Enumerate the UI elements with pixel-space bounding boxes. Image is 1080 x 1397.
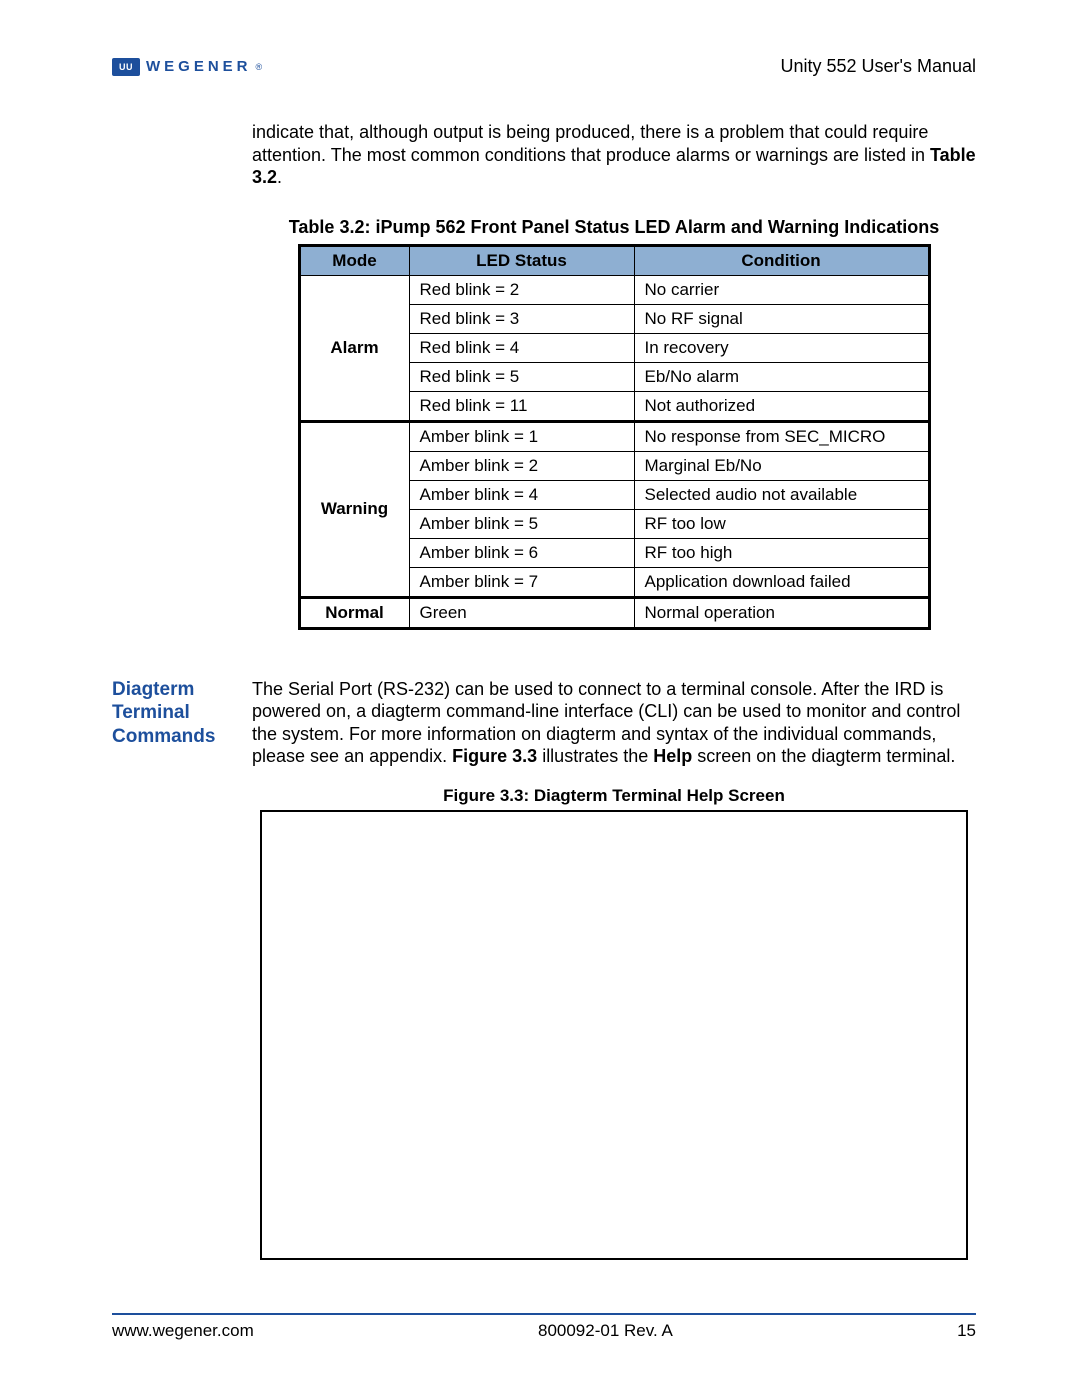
figure-caption: Figure 3.3: Diagterm Terminal Help Scree… <box>252 786 976 806</box>
footer-rev: 800092-01 Rev. A <box>538 1321 673 1341</box>
condition-cell: Application download failed <box>634 567 929 597</box>
led-cell: Red blink = 3 <box>409 304 634 333</box>
page-header: UU WEGENER ® Unity 552 User's Manual <box>112 56 976 77</box>
led-cell: Red blink = 11 <box>409 391 634 421</box>
condition-cell: Eb/No alarm <box>634 362 929 391</box>
logo-icon: UU <box>112 58 140 76</box>
led-cell: Amber blink = 4 <box>409 480 634 509</box>
section-body-mid: illustrates the <box>537 746 653 766</box>
mode-cell: Warning <box>299 421 409 597</box>
mode-cell: Alarm <box>299 275 409 421</box>
table-caption: Table 3.2: iPump 562 Front Panel Status … <box>252 217 976 238</box>
condition-cell: RF too low <box>634 509 929 538</box>
led-cell: Amber blink = 7 <box>409 567 634 597</box>
condition-cell: Selected audio not available <box>634 480 929 509</box>
section-help-ref: Help <box>653 746 692 766</box>
led-cell: Amber blink = 1 <box>409 421 634 451</box>
condition-cell: Not authorized <box>634 391 929 421</box>
page-footer: www.wegener.com 800092-01 Rev. A 15 <box>112 1313 976 1341</box>
section-heading: Diagterm Terminal Commands <box>112 678 224 749</box>
condition-cell: No carrier <box>634 275 929 304</box>
section-heading-l1: Diagterm <box>112 679 194 700</box>
intro-paragraph: indicate that, although output is being … <box>252 121 976 189</box>
section-heading-l2: Terminal <box>112 702 190 723</box>
section-heading-l3: Commands <box>112 726 215 747</box>
condition-cell: Marginal Eb/No <box>634 451 929 480</box>
condition-cell: No response from SEC_MICRO <box>634 421 929 451</box>
led-cell: Green <box>409 597 634 628</box>
footer-rule <box>112 1313 976 1315</box>
condition-cell: RF too high <box>634 538 929 567</box>
intro-text: indicate that, although output is being … <box>252 122 930 165</box>
logo: UU WEGENER ® <box>112 58 262 76</box>
logo-text: WEGENER <box>146 58 252 75</box>
led-cell: Amber blink = 2 <box>409 451 634 480</box>
condition-cell: No RF signal <box>634 304 929 333</box>
section-figure-ref: Figure 3.3 <box>452 746 537 766</box>
document-title: Unity 552 User's Manual <box>780 56 976 77</box>
section-body-tail: screen on the diagterm terminal. <box>692 746 955 766</box>
th-mode: Mode <box>299 245 409 275</box>
condition-cell: Normal operation <box>634 597 929 628</box>
footer-url: www.wegener.com <box>112 1321 254 1341</box>
section-body: The Serial Port (RS-232) can be used to … <box>252 678 976 768</box>
th-led: LED Status <box>409 245 634 275</box>
logo-registered: ® <box>256 62 263 72</box>
led-cell: Amber blink = 6 <box>409 538 634 567</box>
intro-tail: . <box>277 167 282 187</box>
status-table: Mode LED Status Condition AlarmRed blink… <box>298 244 931 630</box>
footer-page-number: 15 <box>957 1321 976 1341</box>
figure-placeholder <box>260 810 968 1260</box>
led-cell: Red blink = 2 <box>409 275 634 304</box>
led-cell: Red blink = 4 <box>409 333 634 362</box>
led-cell: Amber blink = 5 <box>409 509 634 538</box>
th-condition: Condition <box>634 245 929 275</box>
led-cell: Red blink = 5 <box>409 362 634 391</box>
logo-box-text: UU <box>119 62 133 72</box>
mode-cell: Normal <box>299 597 409 628</box>
condition-cell: In recovery <box>634 333 929 362</box>
